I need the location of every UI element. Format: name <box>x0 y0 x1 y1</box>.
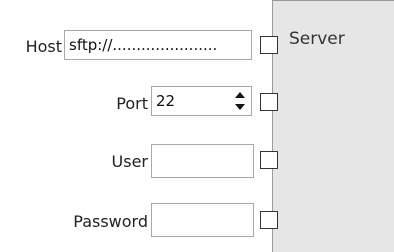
password-checkbox[interactable] <box>260 211 278 229</box>
user-field[interactable] <box>151 144 254 178</box>
user-checkbox[interactable] <box>260 151 278 169</box>
port-label: Port <box>116 94 148 113</box>
host-checkbox[interactable] <box>260 36 278 54</box>
server-panel[interactable]: Server <box>272 0 394 252</box>
server-panel-title: Server <box>289 29 345 49</box>
password-label: Password <box>73 212 148 231</box>
port-field[interactable]: 22 <box>151 86 252 116</box>
port-value: 22 <box>156 92 176 110</box>
host-label: Host <box>25 37 62 56</box>
port-checkbox[interactable] <box>260 93 278 111</box>
port-stepper[interactable] <box>235 92 245 110</box>
decrement-arrow-icon[interactable] <box>235 104 245 110</box>
user-label: User <box>111 152 148 171</box>
increment-arrow-icon[interactable] <box>235 92 245 98</box>
password-field[interactable] <box>151 203 254 237</box>
connection-form: Server Host sftp://.....................… <box>0 0 394 252</box>
host-field[interactable]: sftp://...................... <box>64 30 252 60</box>
